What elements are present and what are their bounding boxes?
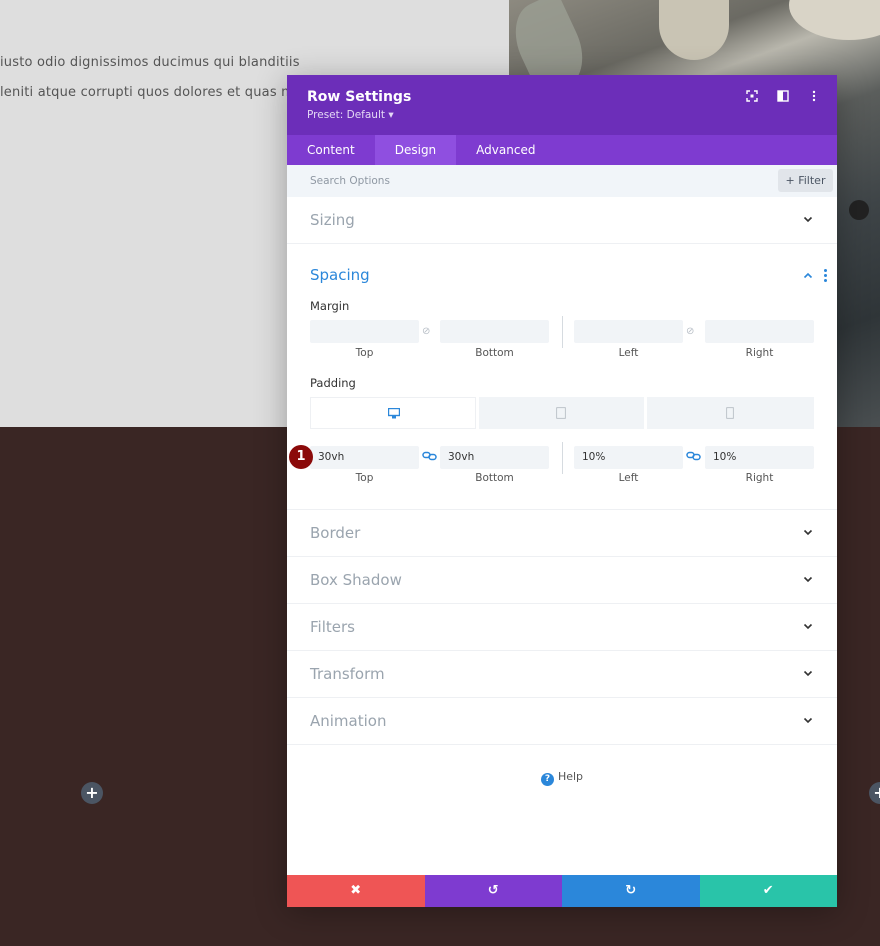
section-title[interactable]: Spacing bbox=[310, 266, 370, 284]
help-link[interactable]: ? Help bbox=[287, 770, 837, 786]
sidebar-icon[interactable] bbox=[776, 90, 790, 104]
photo-vase bbox=[659, 0, 729, 60]
section-title: Sizing bbox=[310, 211, 355, 229]
link-icon[interactable] bbox=[422, 451, 437, 461]
section-title: Border bbox=[310, 524, 361, 542]
search-bar: Search Options + Filter bbox=[287, 165, 837, 197]
chevron-down-icon bbox=[803, 216, 813, 223]
help-label: Help bbox=[557, 770, 584, 783]
section-menu-icon[interactable] bbox=[824, 269, 827, 284]
chevron-down-icon bbox=[803, 529, 813, 536]
help-icon: ? bbox=[540, 773, 554, 786]
divider bbox=[562, 442, 563, 474]
chevron-down-icon bbox=[803, 670, 813, 677]
modal-tabs: Content Design Advanced bbox=[287, 135, 837, 165]
margin-top-input[interactable] bbox=[310, 320, 419, 343]
background-text-line-1: iusto odio dignissimos ducimus qui bland… bbox=[0, 55, 300, 70]
expand-icon[interactable] bbox=[745, 90, 759, 104]
tablet-icon bbox=[556, 407, 566, 419]
padding-left-input[interactable]: 10% bbox=[574, 446, 683, 469]
margin-left-input[interactable] bbox=[574, 320, 683, 343]
margin-bottom-input[interactable] bbox=[440, 320, 549, 343]
margin-left-caption: Left bbox=[618, 347, 639, 359]
background-text-line-2: leniti atque corrupti quos dolores et qu… bbox=[0, 85, 295, 100]
discard-button[interactable]: ✖ bbox=[287, 875, 425, 907]
tab-content[interactable]: Content bbox=[287, 135, 375, 165]
padding-top-caption: Top bbox=[355, 472, 374, 484]
section-animation[interactable]: Animation bbox=[287, 698, 837, 745]
section-title: Filters bbox=[310, 618, 355, 636]
save-button[interactable]: ✔ bbox=[699, 875, 837, 907]
chevron-down-icon bbox=[803, 717, 813, 724]
padding-right-input[interactable]: 10% bbox=[705, 446, 814, 469]
section-transform[interactable]: Transform bbox=[287, 651, 837, 698]
section-title: Box Shadow bbox=[310, 571, 402, 589]
add-module-button[interactable]: + bbox=[81, 782, 103, 804]
tab-advanced[interactable]: Advanced bbox=[456, 135, 555, 165]
section-box-shadow[interactable]: Box Shadow bbox=[287, 557, 837, 604]
redo-button[interactable]: ↻ bbox=[562, 875, 700, 907]
padding-right-caption: Right bbox=[745, 472, 774, 484]
padding-bottom-input[interactable]: 30vh bbox=[440, 446, 549, 469]
device-tab-phone[interactable] bbox=[647, 397, 814, 429]
add-row-button[interactable]: + bbox=[869, 782, 880, 804]
more-vertical-icon[interactable] bbox=[807, 90, 821, 104]
preset-selector[interactable]: Preset: Default ▾ bbox=[307, 109, 817, 121]
photo-shadow bbox=[849, 200, 869, 220]
modal-header: Row Settings Preset: Default ▾ bbox=[287, 75, 837, 135]
margin-top-caption: Top bbox=[355, 347, 374, 359]
desktop-icon bbox=[388, 408, 400, 419]
search-input[interactable]: Search Options bbox=[310, 165, 837, 197]
filter-button[interactable]: + Filter bbox=[778, 169, 833, 192]
modal-footer: ✖ ↺ ↻ ✔ bbox=[287, 875, 837, 907]
step-badge: 1 bbox=[289, 445, 313, 469]
section-sizing[interactable]: Sizing bbox=[287, 197, 837, 244]
padding-left-caption: Left bbox=[618, 472, 639, 484]
device-tab-tablet[interactable] bbox=[479, 397, 644, 429]
unlink-icon[interactable]: ⊘ bbox=[422, 320, 430, 343]
chevron-down-icon bbox=[803, 623, 813, 630]
padding-bottom-caption: Bottom bbox=[475, 472, 514, 484]
device-tab-desktop[interactable] bbox=[310, 397, 476, 429]
section-title: Animation bbox=[310, 712, 387, 730]
padding-label: Padding bbox=[310, 376, 356, 390]
link-icon[interactable] bbox=[686, 451, 701, 461]
row-settings-modal: Row Settings Preset: Default ▾ Content D… bbox=[287, 75, 837, 907]
modal-title: Row Settings bbox=[307, 89, 412, 105]
tab-design[interactable]: Design bbox=[374, 135, 457, 165]
section-filters[interactable]: Filters bbox=[287, 604, 837, 651]
margin-right-input[interactable] bbox=[705, 320, 814, 343]
margin-label: Margin bbox=[310, 299, 350, 313]
divider bbox=[562, 316, 563, 348]
chevron-down-icon bbox=[803, 576, 813, 583]
chevron-up-icon[interactable] bbox=[803, 271, 813, 281]
margin-bottom-caption: Bottom bbox=[475, 347, 514, 359]
undo-button[interactable]: ↺ bbox=[424, 875, 562, 907]
padding-top-input[interactable]: 30vh bbox=[310, 446, 419, 469]
section-border[interactable]: Border bbox=[287, 510, 837, 557]
unlink-icon[interactable]: ⊘ bbox=[686, 320, 694, 343]
phone-icon bbox=[726, 407, 734, 419]
margin-right-caption: Right bbox=[745, 347, 774, 359]
photo-bowl bbox=[789, 0, 880, 40]
section-title: Transform bbox=[310, 665, 385, 683]
